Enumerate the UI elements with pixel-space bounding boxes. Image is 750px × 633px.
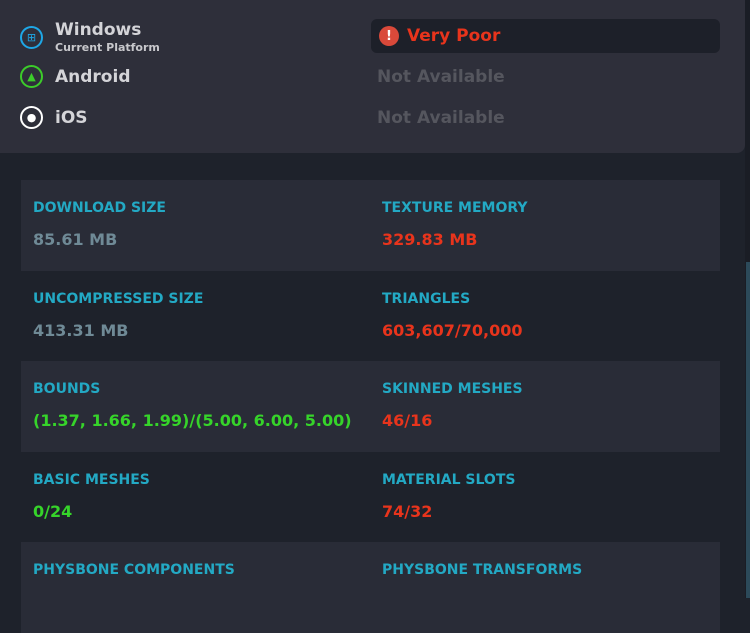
platform-android[interactable]: ▲ Android [20, 65, 131, 88]
stat-value: 74/32 [382, 501, 433, 521]
rating-text: Very Poor [407, 26, 501, 46]
stat-label: UNCOMPRESSED SIZE [33, 290, 204, 307]
stat-cell: MATERIAL SLOTS 74/32 [382, 472, 515, 521]
stat-cell: UNCOMPRESSED SIZE 413.31 MB [33, 291, 203, 340]
stat-cell: PHYSBONE TRANSFORMS [382, 562, 582, 578]
stat-label: TRIANGLES [382, 290, 471, 307]
ios-status: Not Available [377, 108, 505, 128]
platform-panel: ⊞ Windows Current Platform ▲ Android ● i… [0, 0, 745, 153]
stat-label: BOUNDS [33, 381, 101, 397]
stat-value: 413.31 MB [33, 320, 129, 340]
stat-cell: PHYSBONE COMPONENTS [33, 562, 235, 578]
stats-row: DOWNLOAD SIZE 85.61 MB TEXTURE MEMORY 329.8… [21, 180, 720, 271]
stat-cell: DOWNLOAD SIZE 85.61 MB [33, 200, 166, 249]
stat-label: PHYSBONE COMPONENTS [33, 562, 235, 578]
stat-cell: SKINNED MESHES 46/16 [382, 381, 523, 430]
stat-label: SKINNED MESHES [382, 381, 523, 397]
stat-value: 46/16 [382, 411, 433, 430]
stat-value: 85.61 MB [33, 230, 118, 249]
stat-label: PHYSBONE TRANSFORMS [382, 562, 583, 578]
stat-cell: TEXTURE MEMORY 329.83 MB [382, 200, 528, 249]
stat-value: 603,607/70,000 [382, 320, 523, 340]
stat-value: (1.37, 1.66, 1.99)/(5.00, 6.00, 5.00) [33, 411, 352, 430]
stats-row: UNCOMPRESSED SIZE 413.31 MB TRIANGLES 603,6… [21, 271, 720, 362]
current-platform-label: Current Platform [55, 41, 160, 54]
stat-cell: BASIC MESHES 0/24 [33, 472, 150, 521]
platform-ios[interactable]: ● iOS [20, 106, 88, 129]
stat-cell: TRIANGLES 603,607/70,000 [382, 291, 522, 340]
stat-value: 329.83 MB [382, 230, 478, 249]
scrollbar-thumb[interactable] [746, 262, 750, 598]
stat-cell: BOUNDS (1.37, 1.66, 1.99)/(5.00, 6.00, 5.… [33, 381, 352, 430]
platform-windows[interactable]: ⊞ Windows Current Platform [20, 20, 160, 54]
android-status: Not Available [377, 67, 505, 87]
platform-name: Android [55, 66, 131, 87]
platform-name: Windows [55, 20, 142, 40]
windows-icon: ⊞ [20, 25, 43, 49]
stats-row: BASIC MESHES 0/24 MATERIAL SLOTS 74/32 [21, 452, 720, 543]
android-icon: ▲ [20, 65, 43, 88]
scrollbar[interactable] [745, 0, 750, 598]
stats-row: BOUNDS (1.37, 1.66, 1.99)/(5.00, 6.00, 5.… [21, 361, 720, 452]
stat-value: 0/24 [33, 501, 73, 521]
stat-label: MATERIAL SLOTS [382, 471, 516, 488]
warning-icon: ! [379, 26, 399, 46]
stat-label: TEXTURE MEMORY [382, 200, 528, 216]
performance-rating-badge: ! Very Poor [371, 19, 720, 53]
platform-name: iOS [55, 107, 88, 128]
stat-label: DOWNLOAD SIZE [33, 200, 166, 216]
stats-row: PHYSBONE COMPONENTS PHYSBONE TRANSFORMS [21, 542, 720, 633]
apple-icon: ● [20, 106, 43, 129]
stat-label: BASIC MESHES [33, 471, 150, 488]
